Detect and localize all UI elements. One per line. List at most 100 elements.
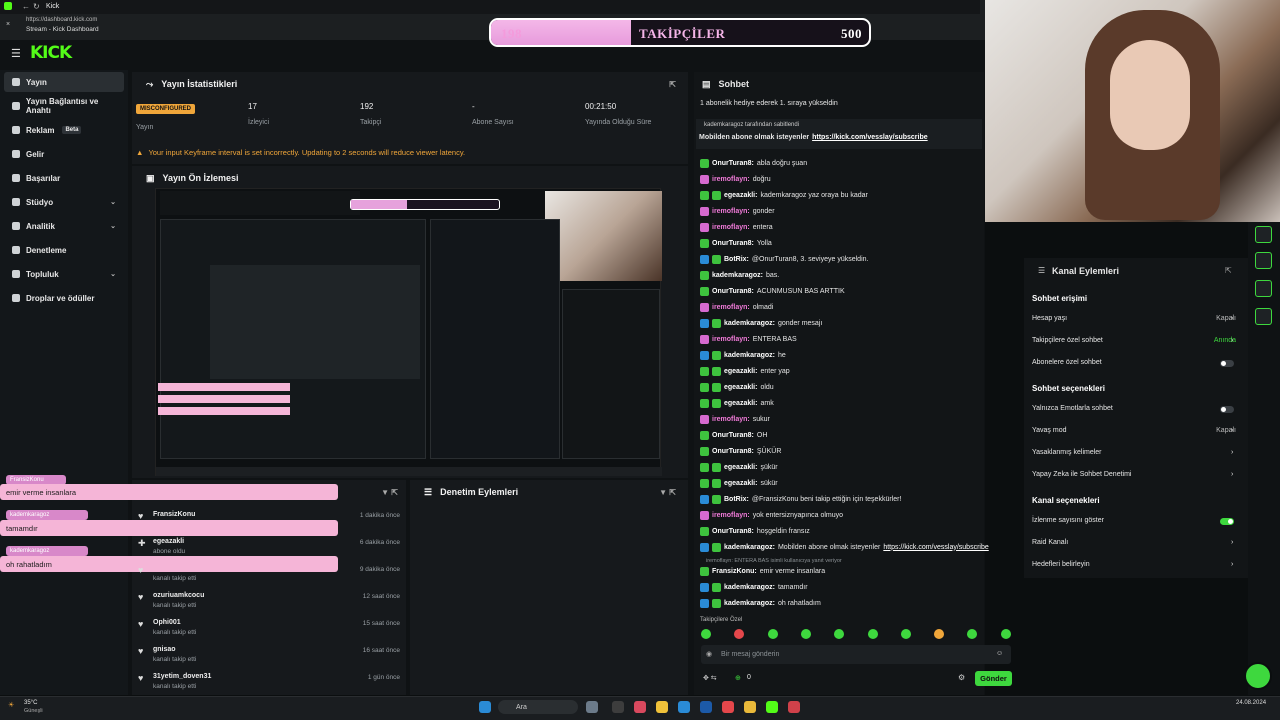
stream-preview[interactable] — [155, 188, 662, 476]
chat-message[interactable]: iremoflayn: ENTERA BAS — [700, 333, 797, 345]
chevron-right-icon[interactable]: › — [1231, 449, 1233, 456]
filter-expand-icon[interactable]: ▼ ⇱ — [659, 488, 676, 497]
sidebar-item-9[interactable]: Droplar ve ödüller — [4, 288, 124, 308]
chevron-down-icon[interactable]: ⌄ — [110, 270, 116, 278]
chat-message[interactable]: egeazakli: oldu — [700, 381, 774, 393]
send-button[interactable]: Gönder — [975, 671, 1012, 686]
chat-username[interactable]: egeazakli: — [724, 480, 757, 487]
chevron-right-icon[interactable]: › — [1231, 427, 1233, 434]
chat-message[interactable]: egeazakli: sükür — [700, 477, 778, 489]
chat-username[interactable]: kademkaragoz: — [724, 584, 775, 591]
close-tab-icon[interactable]: × — [6, 21, 10, 28]
chrome-icon[interactable] — [744, 701, 756, 713]
setting-row[interactable]: Raid Kanalı — [1032, 539, 1068, 546]
chat-username[interactable]: iremoflayn: — [712, 512, 750, 519]
layout-icon[interactable] — [1255, 280, 1272, 297]
chat-toggle-icon[interactable] — [1255, 226, 1272, 243]
store-icon[interactable] — [700, 701, 712, 713]
setting-row[interactable]: Yapay Zeka ile Sohbet Denetimi — [1032, 471, 1131, 478]
chat-message[interactable]: OnurTuran8: hoşgeldin fransız — [700, 525, 810, 537]
follower-name[interactable]: ozuriuamkcocu — [153, 592, 204, 599]
sidebar-item-0[interactable]: Yayın — [4, 72, 124, 92]
emote-icon[interactable] — [767, 629, 778, 639]
sidebar-item-5[interactable]: Stüdyo ⌄ — [4, 192, 124, 212]
taskview-icon[interactable] — [586, 701, 598, 713]
sidebar-item-6[interactable]: Analitik ⌄ — [4, 216, 124, 236]
chat-username[interactable]: egeazakli: — [724, 192, 757, 199]
chat-message[interactable]: BotRix: @FransizKonu beni takip ettiğin i… — [700, 493, 901, 505]
setting-row[interactable]: Hesap yaşı — [1032, 315, 1067, 322]
sidebar-item-7[interactable]: Denetleme — [4, 240, 124, 260]
settings-gear-icon[interactable]: ⚙ — [958, 673, 965, 682]
chat-input[interactable]: Bir mesaj gönderin — [701, 645, 1011, 664]
follower-name[interactable]: egeazakli — [153, 538, 184, 545]
sidebar-item-8[interactable]: Topluluk ⌄ — [4, 264, 124, 284]
menu-icon[interactable]: ☰ — [11, 47, 21, 60]
kick-app-icon[interactable] — [766, 701, 778, 713]
sidebar-item-1[interactable]: Yayın Bağlantısı ve Anahtı — [4, 96, 124, 116]
setting-row[interactable]: Abonelere özel sohbet — [1032, 359, 1102, 366]
url-bar[interactable]: https://dashboard.kick.com — [26, 17, 97, 23]
help-chat-icon[interactable] — [1244, 662, 1272, 690]
chevron-down-icon[interactable]: ⌄ — [110, 222, 116, 230]
chat-username[interactable]: kademkaragoz: — [724, 600, 775, 607]
chat-message[interactable]: FransizKonu: emir verme insanlara — [700, 565, 825, 577]
chevron-right-icon[interactable]: › — [1231, 539, 1233, 546]
chat-username[interactable]: kademkaragoz: — [724, 320, 775, 327]
chat-username[interactable]: BotRix: — [724, 496, 749, 503]
app-icon[interactable] — [634, 701, 646, 713]
setting-row[interactable]: Yasaklanmış kelimeler — [1032, 449, 1102, 456]
taskbar-search[interactable]: Ara — [498, 700, 578, 714]
toggle-switch[interactable] — [1220, 406, 1234, 413]
chevron-right-icon[interactable]: › — [1231, 471, 1233, 478]
chat-message[interactable]: kademkaragoz: tamamdır — [700, 581, 808, 593]
follower-name[interactable]: gnisao — [153, 646, 176, 653]
chat-message[interactable]: BotRix: @OnurTuran8, 3. seviyeye yükseldi… — [700, 253, 868, 265]
chat-username[interactable]: OnurTuran8: — [712, 288, 754, 295]
chat-message[interactable]: OnurTuran8: ACUNMUSUN BAS ARTTIK — [700, 285, 845, 297]
chevron-right-icon[interactable]: › — [1231, 315, 1233, 322]
chat-username[interactable]: OnurTuran8: — [712, 240, 754, 247]
chat-message[interactable]: iremoflayn: yok entersiznyapınca olmuyo — [700, 509, 843, 521]
chevron-right-icon[interactable]: › — [1231, 337, 1233, 344]
chat-username[interactable]: iremoflayn: — [712, 208, 750, 215]
chat-username[interactable]: OnurTuran8: — [712, 528, 754, 535]
chat-username[interactable]: egeazakli: — [724, 384, 757, 391]
setting-row[interactable]: Yavaş mod — [1032, 427, 1067, 434]
chat-username[interactable]: OnurTuran8: — [712, 160, 754, 167]
emoji-icon[interactable]: ☺ — [996, 650, 1003, 657]
start-icon[interactable] — [479, 701, 491, 713]
chat-username[interactable]: kademkaragoz: — [724, 352, 775, 359]
kick-logo[interactable]: KICK — [30, 43, 72, 63]
chat-message[interactable]: egeazakli: kademkaragoz yaz oraya bu kada… — [700, 189, 868, 201]
chat-message[interactable]: iremoflayn: doğru — [700, 173, 771, 185]
chat-message[interactable]: iremoflayn: entera — [700, 221, 773, 233]
sidebar-item-3[interactable]: Gelir — [4, 144, 124, 164]
sidebar-item-2[interactable]: Reklam Beta — [4, 120, 124, 140]
expand-icon[interactable]: ⇱ — [669, 80, 676, 89]
explorer-icon[interactable] — [612, 701, 624, 713]
chat-username[interactable]: iremoflayn: — [712, 304, 750, 311]
chat-message[interactable]: iremoflayn: olmadi — [700, 301, 773, 313]
chat-username[interactable]: iremoflayn: — [712, 224, 750, 231]
chat-message[interactable]: iremoflayn: gonder — [700, 205, 775, 217]
chat-message[interactable]: OnurTuran8: OH — [700, 429, 767, 441]
follower-name[interactable]: FransizKonu — [153, 511, 195, 518]
refresh-icon[interactable]: ↻ — [33, 2, 40, 11]
toggle-switch[interactable] — [1220, 360, 1234, 367]
expand-icon[interactable]: ⇱ — [1225, 266, 1232, 275]
swap-icon[interactable] — [1255, 252, 1272, 269]
emote-icon[interactable] — [800, 629, 811, 639]
setting-row[interactable]: Yalnızca Emotlarla sohbet — [1032, 405, 1113, 412]
filter-icon[interactable]: ▼ ⇱ — [381, 488, 398, 497]
chat-username[interactable]: BotRix: — [724, 256, 749, 263]
chat-link[interactable]: https://kick.com/vesslay/subscribe — [883, 544, 988, 551]
chevron-right-icon[interactable]: › — [1231, 561, 1233, 568]
opera-icon[interactable] — [722, 701, 734, 713]
toggle-switch[interactable] — [1220, 518, 1234, 525]
chat-message[interactable]: egeazakli: şükür — [700, 461, 778, 473]
sidebar-item-4[interactable]: Başarılar — [4, 168, 124, 188]
chat-message[interactable]: kademkaragoz: gonder mesajı — [700, 317, 822, 329]
chat-username[interactable]: iremoflayn: — [712, 416, 750, 423]
chat-message[interactable]: OnurTuran8: Yolla — [700, 237, 772, 249]
